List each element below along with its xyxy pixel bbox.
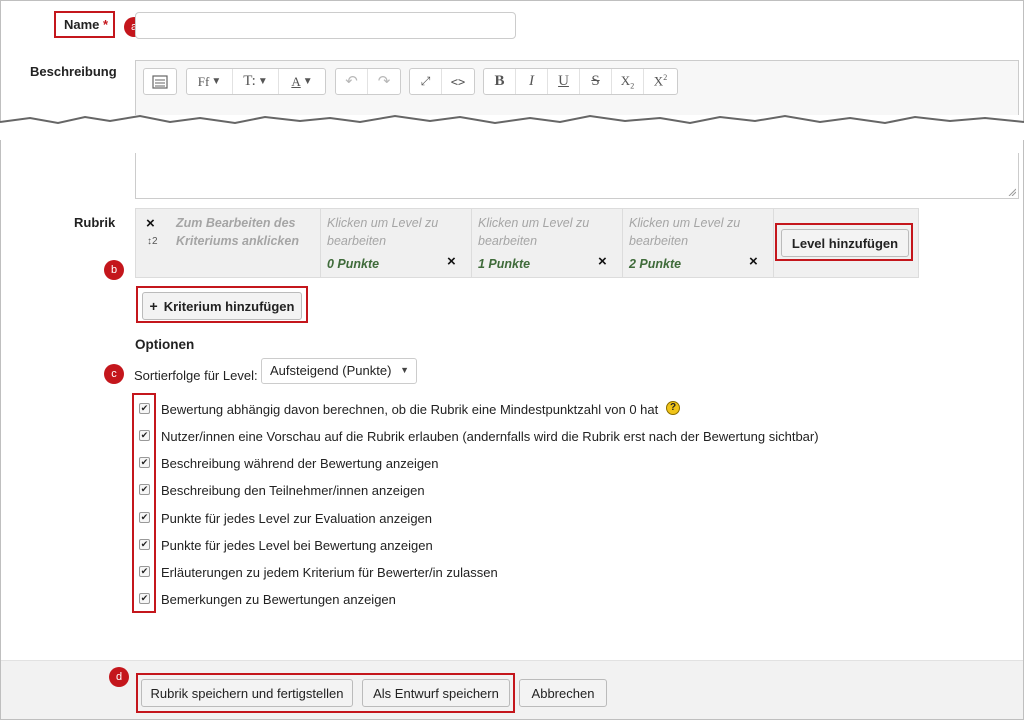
- superscript-button[interactable]: X2: [644, 69, 677, 94]
- keyboard-icon: [152, 74, 168, 89]
- option-label: Punkte für jedes Level zur Evaluation an…: [161, 511, 433, 526]
- level-points: 0 Punkte: [327, 257, 380, 271]
- option-label: Nutzer/innen eine Vorschau auf die Rubri…: [161, 429, 819, 444]
- dropdown-caret-icon: ▼: [257, 76, 268, 87]
- fullscreen-button[interactable]: ⤢: [410, 69, 442, 94]
- level-delete-icon[interactable]: ×: [598, 253, 607, 270]
- option-label: Erläuterungen zu jedem Kriterium für Bew…: [161, 565, 498, 580]
- sort-order-select[interactable]: Aufsteigend (Punkte) ▼: [261, 358, 417, 384]
- undo-button[interactable]: ↶: [336, 69, 368, 94]
- level-delete-icon[interactable]: ×: [447, 253, 456, 270]
- options-heading: Optionen: [135, 337, 195, 352]
- html-source-button[interactable]: <>: [442, 69, 474, 94]
- annotation-box-checkboxes: [132, 393, 156, 613]
- option-label: Beschreibung den Teilnehmer/innen anzeig…: [161, 483, 425, 498]
- redo-button[interactable]: ↷: [368, 69, 400, 94]
- cancel-button[interactable]: Abbrechen: [519, 679, 607, 707]
- font-size-button[interactable]: T: ▼: [233, 69, 279, 94]
- toolbar-toggle-button[interactable]: [144, 69, 176, 94]
- toolbar-group-format: B I U S X2 X2: [483, 68, 678, 95]
- underline-button[interactable]: U: [548, 69, 580, 94]
- dropdown-caret-icon: ▼: [302, 76, 313, 87]
- option-label: Punkte für jedes Level bei Bewertung anz…: [161, 538, 433, 553]
- redo-icon: ↷: [377, 74, 391, 90]
- criterion-description[interactable]: Zum Bearbeiten des Kriteriums anklicken: [176, 214, 316, 250]
- bold-button[interactable]: B: [484, 69, 516, 94]
- description-label: Beschreibung: [30, 64, 117, 79]
- annotation-box-add-criterion: [136, 286, 308, 323]
- option-label: Beschreibung während der Bewertung anzei…: [161, 456, 439, 471]
- font-family-button[interactable]: Ff ▼: [187, 69, 233, 94]
- level-points: 2 Punkte: [629, 257, 682, 271]
- italic-button[interactable]: I: [516, 69, 548, 94]
- level-cell[interactable]: Klicken um Level zu bearbeiten 1 Punkte …: [472, 209, 623, 277]
- annotation-marker-b: b: [104, 260, 124, 280]
- name-input[interactable]: [135, 12, 516, 39]
- annotation-marker-c: c: [104, 364, 124, 384]
- undo-icon: ↶: [345, 74, 358, 90]
- toolbar-group-font: Ff ▼ T: ▼ A ▼: [186, 68, 326, 95]
- fullscreen-icon: ⤢: [420, 74, 431, 88]
- level-delete-icon[interactable]: ×: [749, 253, 758, 270]
- superscript-icon: X2: [653, 73, 668, 89]
- dropdown-caret-icon: ▼: [211, 76, 222, 87]
- criterion-delete-icon[interactable]: ×: [146, 215, 155, 232]
- sort-order-label: Sortierfolge für Level:: [134, 368, 258, 383]
- annotation-box-save-buttons: [136, 673, 515, 713]
- annotation-box-name: [54, 11, 115, 38]
- level-points: 1 Punkte: [478, 257, 531, 271]
- toolbar-group-view: ⤢ <>: [409, 68, 475, 95]
- criterion-cell: × ↕2 Zum Bearbeiten des Kriteriums ankli…: [136, 209, 321, 277]
- torn-edge-divider: [0, 114, 1024, 140]
- subscript-button[interactable]: X2: [612, 69, 644, 94]
- annotation-box-add-level: [775, 223, 913, 261]
- option-label: Bemerkungen zu Bewertungen anzeigen: [161, 592, 396, 607]
- subscript-icon: X2: [620, 72, 635, 91]
- strikethrough-button[interactable]: S: [580, 69, 612, 94]
- level-cell[interactable]: Klicken um Level zu bearbeiten 0 Punkte …: [321, 209, 472, 277]
- help-icon[interactable]: ?: [666, 401, 680, 415]
- rubric-label: Rubrik: [74, 215, 116, 230]
- code-icon: <>: [450, 74, 466, 89]
- dropdown-caret-icon: ▼: [400, 365, 409, 375]
- toolbar-group-collapse: [143, 68, 177, 95]
- description-editor-area[interactable]: [135, 153, 1019, 199]
- resize-handle-icon[interactable]: [1008, 188, 1016, 196]
- option-label: Bewertung abhängig davon berechnen, ob d…: [161, 402, 659, 417]
- level-cell[interactable]: Klicken um Level zu bearbeiten 2 Punkte …: [623, 209, 774, 277]
- criterion-move-icon[interactable]: ↕2: [147, 236, 158, 247]
- toolbar-group-history: ↶ ↷: [335, 68, 401, 95]
- text-color-button[interactable]: A ▼: [279, 69, 325, 94]
- annotation-marker-d: d: [109, 667, 129, 687]
